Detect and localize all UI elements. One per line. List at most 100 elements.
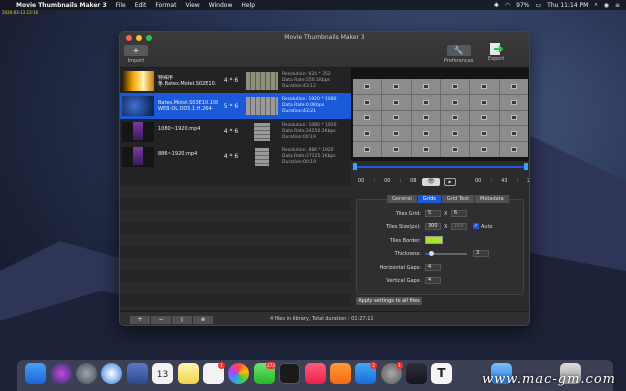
list-item[interactable]: 886~1920.mp4 4 * 6 Resolution: 886 * 192… xyxy=(120,144,351,169)
search-icon[interactable]: ⌕ xyxy=(594,1,597,9)
thickness-slider[interactable] xyxy=(425,251,467,256)
x-separator: X xyxy=(444,224,448,230)
image-placeholder-icon xyxy=(393,83,400,89)
trash-button[interactable]: ▯ xyxy=(172,316,192,324)
horizontal-gaps-label: Horizontal Gaps: xyxy=(379,265,421,271)
preview-tile xyxy=(470,142,499,157)
preview-tile xyxy=(353,126,382,142)
books-icon[interactable] xyxy=(330,363,351,384)
movie-thumbnails-dock-icon[interactable] xyxy=(406,363,427,384)
photo-app-icon[interactable] xyxy=(127,363,148,384)
menu-bar: Movie Thumbnails Maker 3 File Edit Forma… xyxy=(0,0,626,10)
end-hours[interactable]: 00 xyxy=(475,178,481,184)
image-placeholder-icon xyxy=(393,115,400,121)
bluetooth-icon[interactable]: ✱ xyxy=(494,2,499,9)
menu-view[interactable]: View xyxy=(185,2,199,9)
export-button[interactable]: Export xyxy=(488,42,504,62)
clear-button[interactable]: ⊗ xyxy=(193,316,213,324)
siri-dock-icon[interactable] xyxy=(51,363,72,384)
terminal-icon[interactable] xyxy=(279,363,300,384)
reminders-badge: 1 xyxy=(218,362,225,369)
data-rate: Data Rate:24550.2Kbps xyxy=(282,128,336,134)
grid-rows-field[interactable]: 6 xyxy=(451,210,467,217)
photos-icon[interactable] xyxy=(228,363,249,384)
preview-tile xyxy=(353,110,382,126)
remove-file-button[interactable]: − xyxy=(151,316,171,324)
list-item[interactable]: 特殊序 条.Bates.Motel.S02E10.中英 4 * 6 Resolu… xyxy=(120,68,351,93)
preferences-label: Preferences xyxy=(444,58,474,64)
start-hours[interactable]: 00 xyxy=(358,178,364,184)
grid-thumbnail xyxy=(255,147,269,166)
finder-icon[interactable] xyxy=(25,363,46,384)
tile-width-field[interactable]: 300 xyxy=(425,223,441,230)
timeline-slider[interactable] xyxy=(354,166,528,168)
messages-badge: 273 xyxy=(266,362,276,369)
menu-format[interactable]: Format xyxy=(155,2,176,9)
safari-icon[interactable] xyxy=(101,363,122,384)
image-placeholder-icon xyxy=(393,99,400,105)
list-item[interactable]: 1080~1920.mp4 4 * 6 Resolution: 1080 * 1… xyxy=(120,119,351,144)
menu-edit[interactable]: Edit xyxy=(135,2,147,9)
bottom-bar: + − ▯ ⊗ 4 files in library, Total durati… xyxy=(120,311,529,325)
start-timecode[interactable]: 00 : 00 : 08 xyxy=(358,178,417,184)
system-preferences-badge: 1 xyxy=(396,362,403,369)
menu-app-name[interactable]: Movie Thumbnails Maker 3 xyxy=(16,2,107,9)
timeline-start-handle[interactable] xyxy=(353,163,357,170)
preferences-button[interactable]: 🔧 Preferences xyxy=(444,45,473,64)
battery-icon[interactable]: ▭ xyxy=(536,2,542,9)
music-icon[interactable] xyxy=(305,363,326,384)
siri-icon[interactable]: ◉ xyxy=(604,2,609,9)
window-title: Movie Thumbnails Maker 3 xyxy=(284,34,365,41)
list-item-selected[interactable]: Bates.Motel.S03E10.1080p. WEB-DL.DD5.1.H… xyxy=(120,93,351,119)
wrench-icon: 🔧 xyxy=(446,45,471,56)
image-placeholder-icon xyxy=(422,131,429,137)
menu-file[interactable]: File xyxy=(116,2,126,9)
grid-size: 4 * 6 xyxy=(223,77,239,84)
clock[interactable]: Thu 11:14 PM xyxy=(547,2,588,9)
menu-help[interactable]: Help xyxy=(241,2,255,9)
end-minutes[interactable]: 43 xyxy=(501,178,507,184)
image-placeholder-icon xyxy=(481,83,488,89)
tab-metadata[interactable]: Metadata xyxy=(475,195,510,203)
launchpad-icon[interactable] xyxy=(76,363,97,384)
file-list[interactable]: 特殊序 条.Bates.Motel.S02E10.中英 4 * 6 Resolu… xyxy=(120,68,351,311)
grid-thumbnail xyxy=(254,122,270,141)
preview-tile xyxy=(441,79,470,94)
image-placeholder-icon xyxy=(364,131,371,137)
wifi-icon[interactable]: ◠ xyxy=(505,2,510,9)
tab-grids[interactable]: Grids xyxy=(417,195,442,203)
auto-checkbox[interactable]: ✓ xyxy=(473,223,479,229)
preview-eye-button[interactable]: 👁 xyxy=(422,178,440,186)
image-placeholder-icon xyxy=(422,147,429,153)
notes-icon[interactable] xyxy=(178,363,199,384)
notification-center-icon[interactable]: ≡ xyxy=(615,2,620,9)
image-placeholder-icon xyxy=(510,147,517,153)
image-placeholder-icon xyxy=(510,115,517,121)
video-thumbnail xyxy=(122,96,154,116)
typora-icon[interactable]: T xyxy=(431,363,452,384)
horizontal-gaps-field[interactable]: 4 xyxy=(425,264,441,271)
import-button[interactable]: + Import xyxy=(124,45,148,64)
apply-to-all-button[interactable]: Apply settings to all files xyxy=(356,297,422,305)
start-minutes[interactable]: 00 xyxy=(384,178,390,184)
start-seconds[interactable]: 08 xyxy=(410,178,416,184)
image-placeholder-icon xyxy=(364,83,371,89)
menu-window[interactable]: Window xyxy=(209,2,233,9)
play-button[interactable]: ▶ xyxy=(444,178,456,186)
vertical-gaps-field[interactable]: 4 xyxy=(425,277,441,284)
end-seconds[interactable]: 21 xyxy=(527,178,529,184)
tab-grid-text[interactable]: Grid Text xyxy=(441,195,476,203)
thickness-field[interactable]: 3 xyxy=(473,250,489,257)
tile-height-field[interactable]: 169 xyxy=(451,223,467,230)
grid-cols-field[interactable]: 5 xyxy=(425,210,441,217)
end-timecode[interactable]: 00 : 43 : 21 xyxy=(475,178,529,184)
preview-tile xyxy=(382,126,411,142)
add-file-button[interactable]: + xyxy=(130,316,150,324)
battery-percent[interactable]: 97% xyxy=(516,2,529,9)
border-color-well[interactable] xyxy=(425,236,443,244)
image-placeholder-icon xyxy=(422,99,429,105)
timeline-end-handle[interactable] xyxy=(524,163,528,170)
preview-tile xyxy=(353,79,382,94)
tab-general[interactable]: General xyxy=(387,195,418,203)
calendar-icon[interactable]: 13 xyxy=(152,363,173,384)
